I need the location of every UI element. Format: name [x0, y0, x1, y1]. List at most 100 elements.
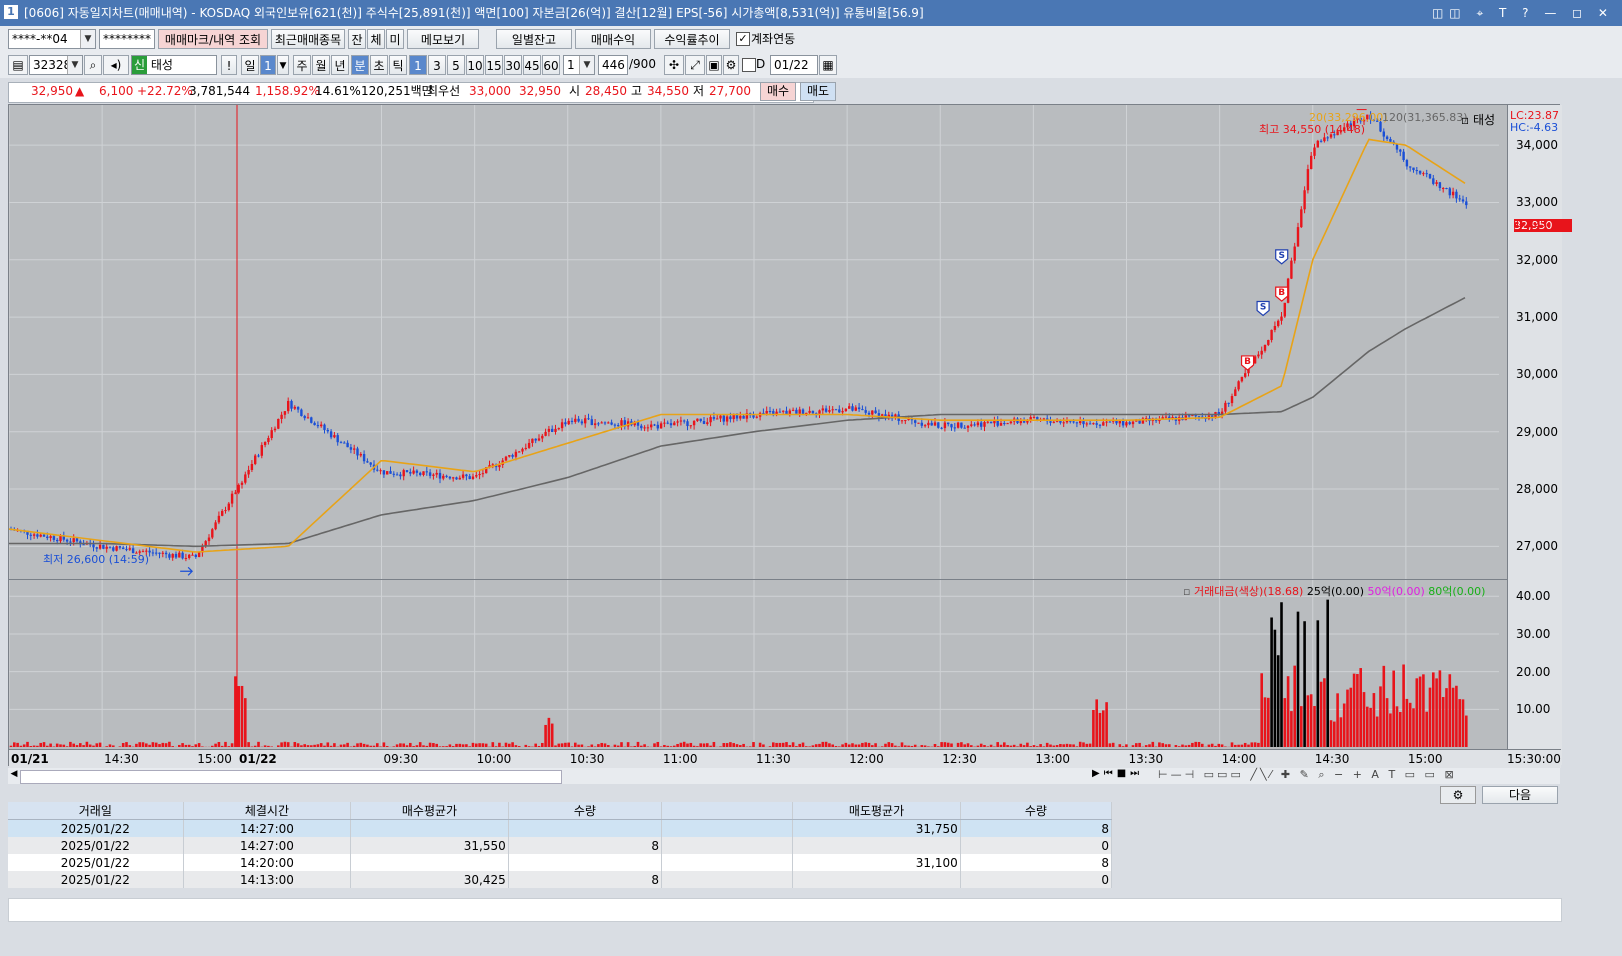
alert-button[interactable]: !: [221, 55, 237, 75]
interval-60-button[interactable]: 60: [542, 55, 560, 75]
unfilled-button[interactable]: 미: [386, 29, 404, 49]
trade-mark-query-button[interactable]: 매매마크/내역 조회: [158, 29, 268, 49]
next-button[interactable]: 다음: [1482, 786, 1558, 804]
table-row[interactable]: 2025/01/22 14:13:00 30,425 8 0: [8, 871, 1113, 888]
chart-area[interactable]: B S B S LC:23.87 HC:-4.63 32,950 0.92% 34,0…: [8, 104, 1572, 768]
sound-icon[interactable]: ◂): [103, 55, 129, 75]
period-tick-button[interactable]: 틱: [389, 55, 407, 75]
crosshair-icon[interactable]: ✣: [664, 55, 684, 75]
stock-code-select[interactable]: 323280 ▼: [29, 55, 83, 75]
interval-45-button[interactable]: 45: [523, 55, 541, 75]
gear-icon[interactable]: ⚙: [723, 55, 739, 75]
candle-body: [544, 431, 547, 436]
volume-bar: [811, 745, 815, 747]
drawing-tools[interactable]: ⊢—⊣ ▭▭▭ ╱╲⁄ ✚ ✎ ⌕ − + A T ▭ ▭ ⊠: [1158, 768, 1457, 782]
executed-button[interactable]: 체: [367, 29, 385, 49]
candle-body: [937, 422, 940, 428]
return-trend-button[interactable]: 수익률추이: [654, 29, 730, 49]
memo-button[interactable]: 메모보기: [407, 29, 479, 49]
volume-bar: [1382, 665, 1386, 747]
account-select[interactable]: ****-**04 ▼: [8, 29, 96, 49]
candle-body: [310, 417, 313, 423]
period-minute-button[interactable]: 분: [351, 55, 369, 75]
candle-body: [98, 544, 102, 549]
period-week-button[interactable]: 주: [293, 55, 311, 75]
scroll-left-icon[interactable]: ◀: [8, 769, 20, 783]
volume-bar: [1250, 742, 1254, 747]
candle-body: [778, 411, 782, 413]
candle-body: [1224, 402, 1227, 412]
interval-10-button[interactable]: 10: [466, 55, 484, 75]
search-icon[interactable]: ⌕: [84, 55, 102, 75]
candle-body: [1049, 421, 1052, 423]
stock-name-field[interactable]: 신 태성: [131, 55, 217, 75]
sell-button[interactable]: 매도: [800, 82, 836, 101]
candle-body: [478, 473, 481, 476]
period-num-button[interactable]: 1: [260, 55, 276, 75]
volume-bar: [1349, 687, 1353, 747]
cell-sell-qty: 8: [960, 819, 1113, 837]
interval-1-button[interactable]: 1: [409, 55, 427, 75]
volume-bar: [1333, 721, 1336, 747]
window-controls[interactable]: ◫◫ ⌖ T ? — ◻ ✕: [1432, 0, 1614, 26]
trade-marker-label: S: [1278, 251, 1284, 261]
interval-3-button[interactable]: 3: [428, 55, 446, 75]
window-icon[interactable]: 1: [4, 5, 18, 19]
candle-body: [574, 418, 577, 422]
panel-icon[interactable]: ▤: [8, 55, 28, 75]
date-field[interactable]: 01/22: [770, 55, 818, 75]
volume-bar: [640, 745, 643, 747]
trade-profit-button[interactable]: 매매수익: [575, 29, 651, 49]
chevron-down-icon[interactable]: ▼: [579, 56, 594, 74]
hc-label: HC:-4.63: [1510, 121, 1559, 134]
volume-bar: [392, 746, 396, 747]
volume-bar: [838, 746, 841, 747]
buy-button[interactable]: 매수: [760, 82, 796, 101]
daily-balance-button[interactable]: 일별잔고: [496, 29, 572, 49]
volume-bar: [1280, 602, 1283, 747]
period-day-button[interactable]: 일: [241, 55, 259, 75]
cell-time: 14:13:00: [183, 871, 352, 888]
table-row[interactable]: 2025/01/22 14:27:00 31,750 8: [8, 819, 1113, 837]
volume-bar: [933, 743, 937, 747]
volume-bar: [1306, 695, 1310, 747]
toolbar-chart: ▤ 323280 ▼ ⌕ ◂) 신 태성 ! 일 1 ▼ 주 월 년 분 초 틱…: [0, 52, 1622, 78]
candle-body: [303, 416, 306, 419]
period-month-button[interactable]: 월: [312, 55, 330, 75]
save-icon[interactable]: ▣: [706, 55, 722, 75]
candle-body: [313, 422, 316, 426]
candle-body: [768, 411, 772, 413]
chevron-down-icon[interactable]: ▼: [80, 30, 95, 48]
playback-controls[interactable]: ▶⏮■⏭: [1092, 768, 1143, 779]
multiplier-select[interactable]: 1 ▼: [563, 55, 595, 75]
price-chart[interactable]: B S B S: [9, 105, 1507, 749]
scroll-thumb[interactable]: [20, 770, 562, 784]
volume-bar: [1336, 693, 1339, 747]
table-row[interactable]: 2025/01/22 14:20:00 31,100 8: [8, 854, 1113, 871]
best-label: 최우선: [427, 84, 461, 98]
candle-body: [353, 448, 356, 450]
chevron-down-icon[interactable]: ▼: [277, 55, 289, 75]
period-second-button[interactable]: 초: [370, 55, 388, 75]
volume-bar: [547, 717, 551, 747]
balance-button[interactable]: 잔: [348, 29, 366, 49]
price-change: 6,100: [99, 84, 134, 98]
candle-body: [560, 422, 564, 429]
recent-trades-button[interactable]: 최근매매종목: [271, 29, 345, 49]
count-field[interactable]: 446: [598, 55, 628, 75]
candle-body: [1108, 421, 1112, 423]
chevron-down-icon[interactable]: ▼: [67, 56, 82, 74]
password-field[interactable]: ********: [99, 29, 155, 49]
interval-15-button[interactable]: 15: [485, 55, 503, 75]
date-checkbox[interactable]: [742, 58, 756, 72]
chart-tool-icon[interactable]: ⤢: [685, 55, 705, 75]
period-year-button[interactable]: 년: [331, 55, 349, 75]
table-row[interactable]: 2025/01/22 14:27:00 31,550 8 0: [8, 837, 1113, 854]
interval-5-button[interactable]: 5: [447, 55, 465, 75]
volume-bar: [1138, 742, 1141, 747]
gear-icon[interactable]: ⚙: [1440, 786, 1476, 804]
interval-30-button[interactable]: 30: [504, 55, 522, 75]
candle-body: [49, 536, 52, 539]
calendar-icon[interactable]: ▦: [819, 55, 837, 75]
account-link-checkbox[interactable]: ✓: [736, 32, 750, 46]
